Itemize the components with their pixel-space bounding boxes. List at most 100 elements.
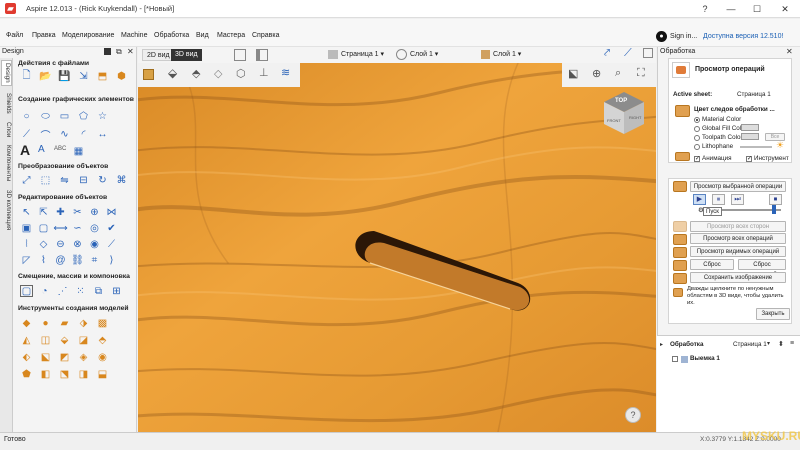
star-icon[interactable]: ☆ bbox=[96, 110, 109, 122]
view-maximize-icon[interactable] bbox=[643, 48, 653, 58]
fillet-icon[interactable]: ◜ bbox=[77, 128, 90, 140]
bake-icon[interactable]: ◩ bbox=[58, 351, 71, 363]
global-fill-color-swatch[interactable] bbox=[741, 124, 759, 131]
menu-edit[interactable]: Правка bbox=[32, 32, 56, 39]
panel-close-icon[interactable]: ✕ bbox=[127, 47, 134, 56]
fade-icon[interactable]: ◪ bbox=[77, 334, 90, 346]
vtab-shields[interactable]: Shields bbox=[1, 88, 12, 118]
user-avatar-icon[interactable]: ● bbox=[656, 31, 667, 42]
3d-viewport[interactable]: TOP FRONT RIGHT ? bbox=[138, 63, 656, 432]
add-node-icon[interactable]: ✚ bbox=[54, 206, 67, 218]
ellipse-icon[interactable]: ⬭ bbox=[39, 110, 52, 122]
menu-modeling[interactable]: Моделирование bbox=[62, 32, 114, 39]
sculpt-icon[interactable]: ◭ bbox=[20, 334, 33, 346]
mirror-component-icon[interactable]: ◫ bbox=[39, 334, 52, 346]
minimize-button[interactable]: — bbox=[724, 2, 738, 16]
split-view-icon[interactable] bbox=[256, 49, 268, 61]
scale-model-icon[interactable]: ⬙ bbox=[58, 334, 71, 346]
chain-icon[interactable]: ⛓ bbox=[71, 254, 84, 266]
toolpath-visibility-checkbox[interactable] bbox=[672, 356, 678, 362]
tabs-icon[interactable]: ⌗ bbox=[88, 254, 101, 266]
update-available-link[interactable]: Доступна версия 12.510! bbox=[703, 33, 783, 40]
radio-global-fill-color[interactable] bbox=[694, 126, 700, 132]
align-icon[interactable]: ⊟ bbox=[77, 174, 90, 186]
show-axes-icon[interactable]: ⊥ bbox=[259, 66, 269, 79]
validate-icon[interactable]: ✔ bbox=[105, 222, 118, 234]
import-bitmap-icon[interactable]: ⬢ bbox=[115, 70, 128, 82]
stop-button[interactable]: ⏹ bbox=[769, 194, 782, 205]
layer-select[interactable]: Слой 1 ▾ bbox=[410, 50, 438, 58]
toolpaths-list-menu-icon[interactable]: ≡ bbox=[790, 340, 794, 347]
dimension-icon[interactable]: ↔ bbox=[96, 128, 109, 140]
subtract-icon[interactable]: ⊖ bbox=[54, 238, 67, 250]
menu-view[interactable]: Вид bbox=[196, 32, 209, 39]
light-icon[interactable]: ☀ bbox=[776, 140, 784, 151]
zoom-fit-icon[interactable]: ⛶ bbox=[637, 67, 645, 80]
smooth-model-icon[interactable]: ◉ bbox=[96, 351, 109, 363]
extend-icon[interactable]: ⟩ bbox=[105, 254, 118, 266]
menu-wizards[interactable]: Мастера bbox=[217, 32, 245, 39]
weld-icon[interactable]: ⊕ bbox=[88, 206, 101, 218]
open-file-icon[interactable]: 📂 bbox=[39, 70, 52, 82]
vtab-3d-collection[interactable]: 3D коллекция bbox=[1, 186, 12, 234]
3d-box-view-icon[interactable]: ⬕ bbox=[568, 67, 578, 80]
offset-vector-icon[interactable]: ▢ bbox=[20, 285, 33, 297]
preview-visible-button[interactable]: Просмотр видимых операций bbox=[690, 246, 786, 257]
group-icon[interactable]: ▣ bbox=[20, 222, 33, 234]
move-icon[interactable]: ⤢ bbox=[20, 174, 33, 186]
toolpath-item-label[interactable]: Выемка 1 bbox=[690, 355, 720, 362]
vtab-components[interactable]: Компоненты bbox=[1, 142, 12, 184]
text-arc-icon[interactable]: ABC bbox=[54, 146, 66, 152]
bezier-icon[interactable]: ⌇ bbox=[37, 254, 50, 266]
text-on-curve-icon[interactable]: A bbox=[38, 144, 45, 155]
copy-along-icon[interactable]: ⋰ bbox=[56, 285, 69, 297]
distort-model-icon[interactable]: ◈ bbox=[77, 351, 90, 363]
ungroup-icon[interactable]: ▢ bbox=[37, 222, 50, 234]
tile-view-icon[interactable] bbox=[234, 49, 246, 61]
speed-slider-thumb[interactable] bbox=[772, 205, 776, 214]
smooth-icon[interactable]: ⦚ bbox=[20, 238, 33, 250]
rotate-icon[interactable]: ↻ bbox=[96, 174, 109, 186]
radio-lithophane[interactable] bbox=[694, 144, 700, 150]
toolpaths-panel-close-icon[interactable]: ✕ bbox=[786, 47, 793, 56]
snap-icon[interactable]: ⤤ bbox=[604, 47, 610, 60]
nesting-icon[interactable]: ⧉ bbox=[92, 285, 105, 297]
page-select[interactable]: Страница 1 ▾ bbox=[341, 50, 384, 58]
two-rail-icon[interactable]: ▰ bbox=[58, 317, 71, 329]
help-button[interactable]: ? bbox=[698, 2, 712, 16]
tab-3d-view[interactable]: 3D вид bbox=[171, 49, 202, 61]
freeze-icon[interactable]: ◧ bbox=[39, 368, 52, 380]
save-file-icon[interactable]: 💾 bbox=[58, 70, 71, 82]
animation-checkbox[interactable]: ✓ bbox=[694, 156, 700, 162]
lithophane-slider[interactable] bbox=[740, 146, 772, 148]
scale-icon[interactable]: ⬚ bbox=[39, 174, 52, 186]
intersect-icon[interactable]: ⊗ bbox=[71, 238, 84, 250]
skip-button[interactable]: ⏭ bbox=[731, 194, 744, 205]
slice-icon[interactable]: ⟋ bbox=[105, 238, 118, 250]
polygon-icon[interactable]: ⬠ bbox=[77, 110, 90, 122]
import-component-icon[interactable]: ⬒ bbox=[96, 70, 109, 82]
import-vectors-icon[interactable]: ⇲ bbox=[77, 70, 90, 82]
viewport-help-button[interactable]: ? bbox=[625, 407, 641, 423]
radio-toolpath-color[interactable] bbox=[694, 135, 700, 141]
maximize-button[interactable]: ☐ bbox=[750, 2, 764, 16]
array-copy-icon[interactable]: ⁙ bbox=[74, 285, 87, 297]
vtab-design[interactable]: Design bbox=[1, 60, 12, 86]
select-icon[interactable]: ↖ bbox=[20, 206, 33, 218]
show-model-icon[interactable]: ◇ bbox=[214, 67, 222, 80]
menu-file[interactable]: Файл bbox=[6, 32, 23, 39]
close-button[interactable]: ✕ bbox=[778, 2, 792, 16]
xy-icon[interactable]: ⋈ bbox=[105, 206, 118, 218]
view-iso-icon[interactable]: ⬙ bbox=[168, 66, 177, 80]
join-icon[interactable]: ⟷ bbox=[53, 222, 67, 234]
texture-icon[interactable]: ▩ bbox=[96, 317, 109, 329]
draw-line-icon[interactable]: ⟋ bbox=[20, 128, 33, 140]
collapse-icon[interactable]: ▸ bbox=[660, 341, 663, 348]
autolayout-text-icon[interactable]: ▦ bbox=[72, 145, 85, 157]
layer-select-2[interactable]: Слой 1 ▾ bbox=[493, 50, 521, 58]
tool-checkbox[interactable]: ✓ bbox=[746, 156, 752, 162]
sign-in-link[interactable]: Sign in... bbox=[670, 33, 697, 40]
zoom-box-icon[interactable]: ⌕ bbox=[615, 67, 621, 80]
curve-icon[interactable]: ∿ bbox=[58, 128, 71, 140]
view-cube[interactable]: TOP FRONT RIGHT bbox=[600, 90, 648, 136]
